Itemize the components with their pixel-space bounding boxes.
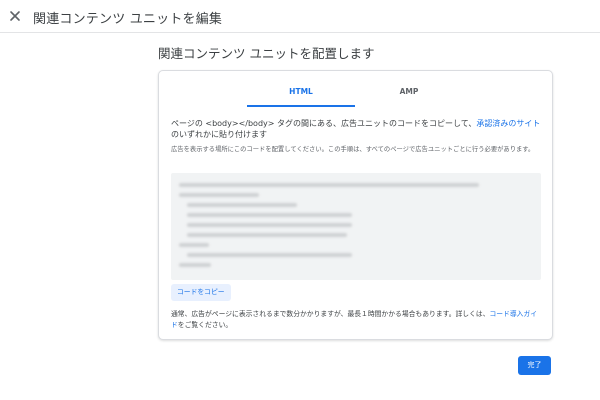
- tab-selected-indicator: [247, 105, 355, 107]
- footnote: 通常、広告がページに表示されるまで数分かかりますが、最長１時間かかる場合もありま…: [171, 309, 543, 330]
- copy-code-button[interactable]: コードをコピー: [171, 284, 231, 301]
- code-line: [179, 183, 479, 187]
- tab-amp[interactable]: AMP: [355, 87, 463, 107]
- code-line: [187, 253, 352, 257]
- instruction-text-start: ページの <body></body> タグの間にある、広告ユニットのコードをコピ…: [171, 119, 477, 128]
- tab-html[interactable]: HTML: [247, 87, 355, 107]
- code-line: [187, 233, 347, 237]
- code-card: HTML AMP ページの <body></body> タグの間にある、広告ユニ…: [158, 70, 553, 340]
- code-line: [179, 263, 211, 267]
- done-button[interactable]: 完了: [518, 356, 551, 375]
- code-line: [187, 203, 297, 207]
- footnote-text-start: 通常、広告がページに表示されるまで数分かかりますが、最長１時間かかる場合もありま…: [171, 310, 490, 318]
- approved-sites-link[interactable]: 承認済みのサイト: [476, 119, 540, 128]
- instruction-text-end: のいずれかに貼り付けます: [171, 130, 267, 139]
- code-line: [187, 213, 352, 217]
- code-line: [179, 193, 259, 197]
- instruction-text: ページの <body></body> タグの間にある、広告ユニットのコードをコピ…: [171, 118, 541, 140]
- sub-instruction: 広告を表示する場所にこのコードを配置してください。この手順は、すべてのページで広…: [171, 146, 535, 153]
- code-line: [187, 223, 352, 227]
- section-heading: 関連コンテンツ ユニットを配置します: [158, 46, 375, 61]
- footnote-text-end: をご覧ください。: [177, 320, 233, 329]
- page-title: 関連コンテンツ ユニットを編集: [33, 12, 223, 27]
- code-line: [179, 243, 209, 247]
- close-icon[interactable]: [9, 10, 21, 22]
- ad-code-block[interactable]: [171, 173, 541, 280]
- top-bar: 関連コンテンツ ユニットを編集: [0, 0, 600, 33]
